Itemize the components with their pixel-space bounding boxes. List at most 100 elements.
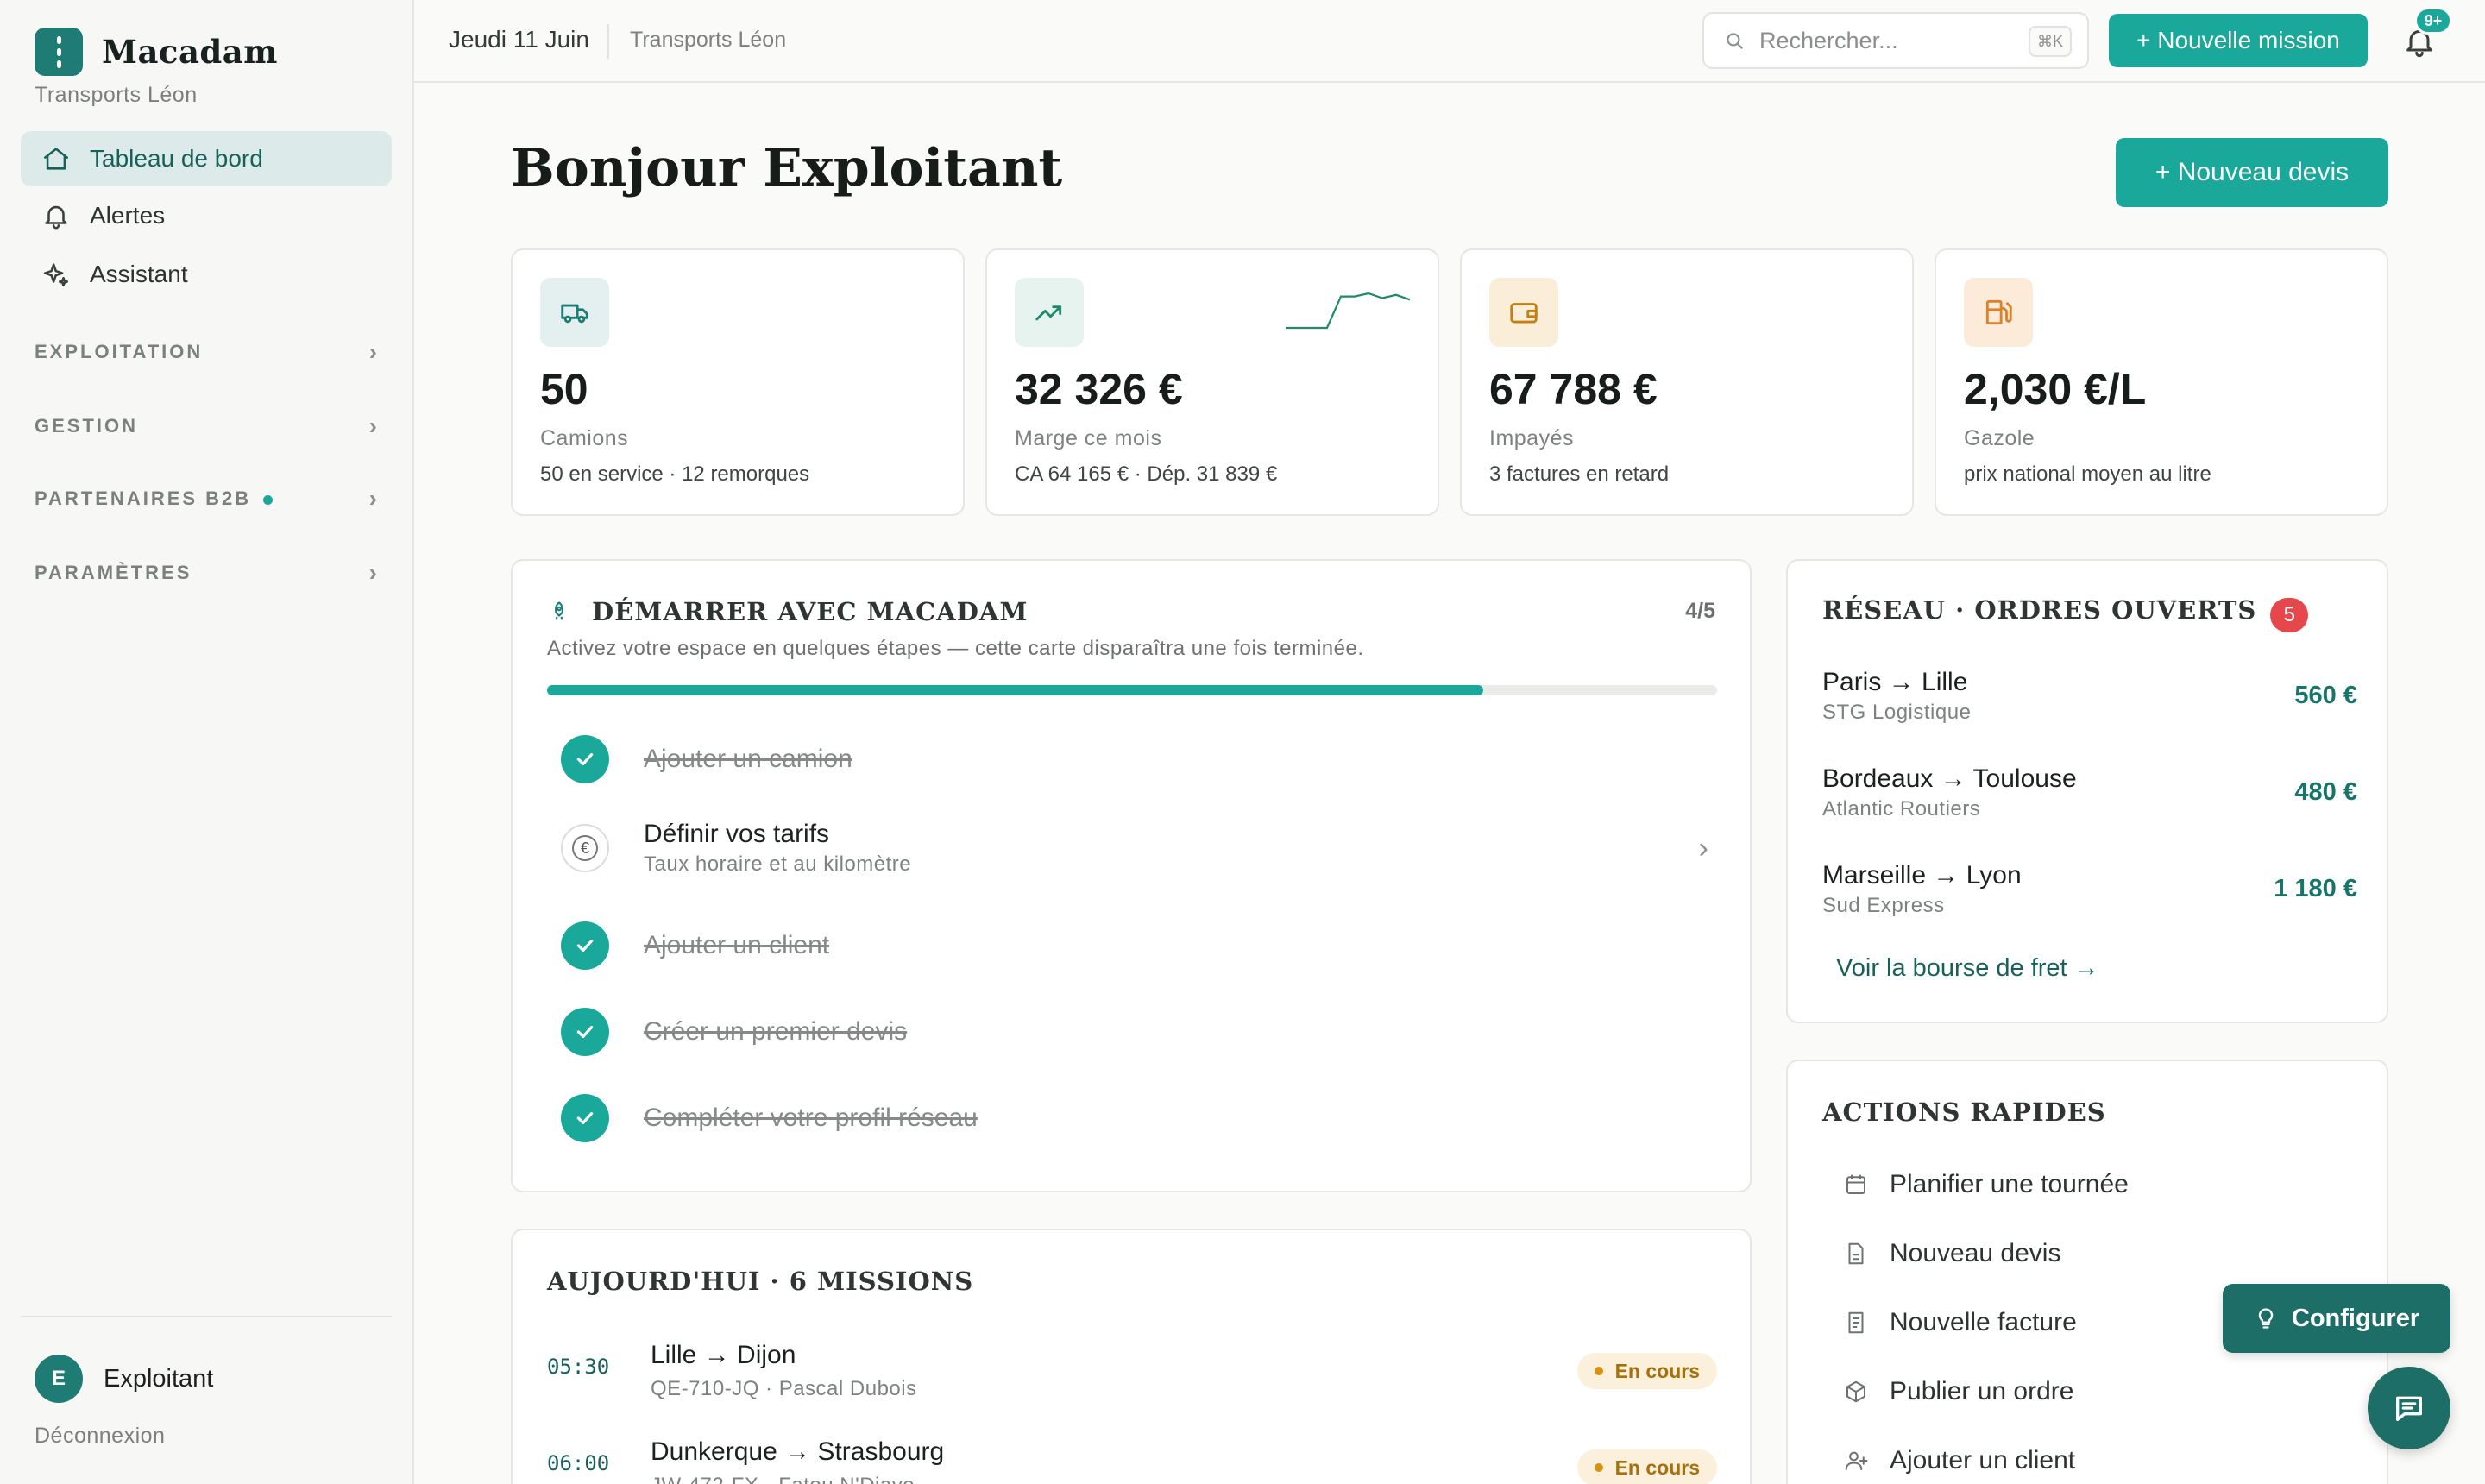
app-name: Macadam [102, 33, 278, 71]
avatar: E [35, 1355, 83, 1403]
top-bar: Jeudi 11 Juin Transports Léon ⌘K + Nouve… [414, 0, 2485, 83]
check-icon [561, 921, 609, 970]
order-row[interactable]: Paris → Lille STG Logistique 560 € [1822, 668, 2357, 725]
network-title: RÉSEAU · ORDRES OUVERTS [1822, 595, 2257, 625]
sidebar-divider [21, 1316, 392, 1317]
truck-icon [561, 304, 588, 324]
chevron-right-icon: › [368, 559, 380, 586]
onboarding-card: DÉMARRER AVEC MACADAM 4/5 Activez votre … [511, 559, 1752, 1192]
check-icon [561, 1094, 609, 1142]
new-quote-button[interactable]: + Nouveau devis [2116, 138, 2388, 207]
section-label: PARTENAIRES B2B [35, 487, 252, 509]
task-add-truck[interactable]: Ajouter un camion [561, 735, 1717, 783]
order-price: 1 180 € [2274, 875, 2357, 902]
nav-item-alerts[interactable]: Alertes [21, 188, 392, 243]
macadam-logo-icon [35, 28, 83, 76]
action-publish-order[interactable]: Publier un ordre [1843, 1377, 2073, 1406]
order-row[interactable]: Bordeaux → Toulouse Atlantic Routiers 48… [1822, 764, 2357, 821]
onboarding-step-count: 4/5 [1685, 599, 1715, 623]
kpi-value: 50 [540, 365, 588, 413]
new-indicator-dot [263, 494, 274, 505]
kpi-label: Camions [540, 426, 629, 450]
chevron-right-icon: › [368, 412, 380, 439]
section-label: PARAMÈTRES [35, 562, 192, 583]
action-new-quote[interactable]: Nouveau devis [1843, 1239, 2060, 1268]
nav-section-settings[interactable]: PARAMÈTRES › [35, 556, 380, 590]
onboarding-progress-bar [547, 685, 1717, 695]
user-name: Exploitant [104, 1364, 214, 1393]
missions-card: AUJOURD'HUI · 6 MISSIONS 05:30 Lille → D… [511, 1229, 1752, 1484]
action-label: Publier un ordre [1890, 1377, 2074, 1405]
sparkle-icon [43, 263, 69, 287]
order-route: Bordeaux → Toulouse [1822, 764, 2077, 793]
task-network-profile[interactable]: Compléter votre profil réseau [561, 1094, 1717, 1142]
configure-label: Configurer [2291, 1304, 2420, 1332]
orders-count-badge: 5 [2270, 597, 2309, 632]
quick-actions-card: ACTIONS RAPIDES Planifier une tournée No… [1786, 1060, 2388, 1484]
freight-exchange-link[interactable]: Voir la bourse de fret → [1836, 954, 2099, 983]
rocket-icon [555, 601, 563, 620]
search-box[interactable]: ⌘K [1702, 12, 2089, 69]
kpi-icon-badge [540, 278, 609, 347]
nav-section-gestion[interactable]: GESTION › [35, 409, 380, 443]
nav-section-exploitation[interactable]: EXPLOITATION › [35, 335, 380, 369]
document-icon [1848, 1242, 1864, 1265]
sidebar: Macadam Transports Léon Tableau de bord … [0, 0, 414, 1484]
configure-button[interactable]: Configurer [2223, 1284, 2450, 1353]
lightbulb-icon [2258, 1308, 2274, 1329]
task-subtext: Taux horaire et au kilomètre [644, 852, 912, 876]
chat-icon [2396, 1396, 2422, 1421]
kpi-icon-badge [1964, 278, 2033, 347]
kpi-card-margin[interactable]: 32 326 € Marge ce mois CA 64 165 € · Dép… [985, 248, 1439, 516]
chevron-right-icon: › [1698, 831, 1708, 865]
user-profile[interactable]: E Exploitant [35, 1355, 213, 1403]
nav-section-partners[interactable]: PARTENAIRES B2B › [35, 481, 380, 516]
header-company: Transports Léon [630, 28, 787, 52]
order-route: Paris → Lille [1822, 668, 1968, 696]
kpi-label: Marge ce mois [1015, 426, 1162, 450]
chat-button[interactable] [2368, 1367, 2450, 1449]
order-row[interactable]: Marseille → Lyon Sud Express 1 180 € [1822, 861, 2357, 918]
action-add-client[interactable]: Ajouter un client [1843, 1446, 2075, 1475]
search-shortcut: ⌘K [2028, 26, 2072, 57]
kpi-icon-badge [1015, 278, 1084, 347]
calendar-icon [1846, 1174, 1865, 1194]
search-icon [1727, 33, 1743, 49]
task-add-client[interactable]: Ajouter un client [561, 921, 1717, 970]
nav-item-label: Assistant [90, 261, 188, 287]
task-first-quote[interactable]: Créer un premier devis [561, 1008, 1717, 1056]
bell-icon [45, 205, 67, 230]
kpi-label: Impayés [1489, 426, 1574, 450]
search-input[interactable] [1759, 27, 2027, 54]
action-label: Nouveau devis [1890, 1239, 2061, 1267]
app-logo[interactable]: Macadam [35, 28, 278, 76]
kpi-subtext: prix national moyen au litre [1964, 462, 2211, 486]
missions-title: AUJOURD'HUI · 6 MISSIONS [547, 1267, 974, 1296]
mission-row[interactable]: 06:00 Dunkerque → Strasbourg JW-472-FX ·… [547, 1437, 1717, 1484]
mission-details: QE-710-JQ · Pascal Dubois [651, 1377, 917, 1400]
package-icon [1846, 1380, 1865, 1403]
task-label: Définir vos tarifs [644, 820, 830, 848]
mission-time: 06:00 [547, 1451, 610, 1475]
new-mission-button[interactable]: + Nouvelle mission [2109, 14, 2368, 67]
kpi-card-unpaid[interactable]: 67 788 € Impayés 3 factures en retard [1460, 248, 1914, 516]
logout-link[interactable]: Déconnexion [35, 1424, 165, 1449]
kpi-card-trucks[interactable]: 50 Camions 50 en service · 12 remorques [511, 248, 965, 516]
action-new-invoice[interactable]: Nouvelle facture [1843, 1308, 2077, 1337]
nav-item-assistant[interactable]: Assistant [21, 247, 392, 302]
margin-sparkline [1286, 292, 1411, 330]
home-icon [43, 148, 69, 170]
kpi-value: 32 326 € [1015, 365, 1183, 413]
task-define-rates[interactable]: € Définir vos tarifs Taux horaire et au … [561, 820, 1717, 877]
onboarding-subtitle: Activez votre espace en quelques étapes … [547, 637, 1364, 660]
action-label: Nouvelle facture [1890, 1308, 2077, 1336]
action-plan-route[interactable]: Planifier une tournée [1843, 1170, 2129, 1199]
kpi-card-fuel[interactable]: 2,030 €/L Gazole prix national moyen au … [1935, 248, 2388, 516]
task-label: Créer un premier devis [644, 1017, 908, 1046]
section-label: EXPLOITATION [35, 341, 204, 362]
mission-row[interactable]: 05:30 Lille → Dijon QE-710-JQ · Pascal D… [547, 1341, 1717, 1410]
wallet-icon [1510, 303, 1538, 324]
order-price: 480 € [2294, 778, 2357, 806]
nav-item-dashboard[interactable]: Tableau de bord [21, 131, 392, 186]
invoice-icon [1848, 1311, 1864, 1334]
